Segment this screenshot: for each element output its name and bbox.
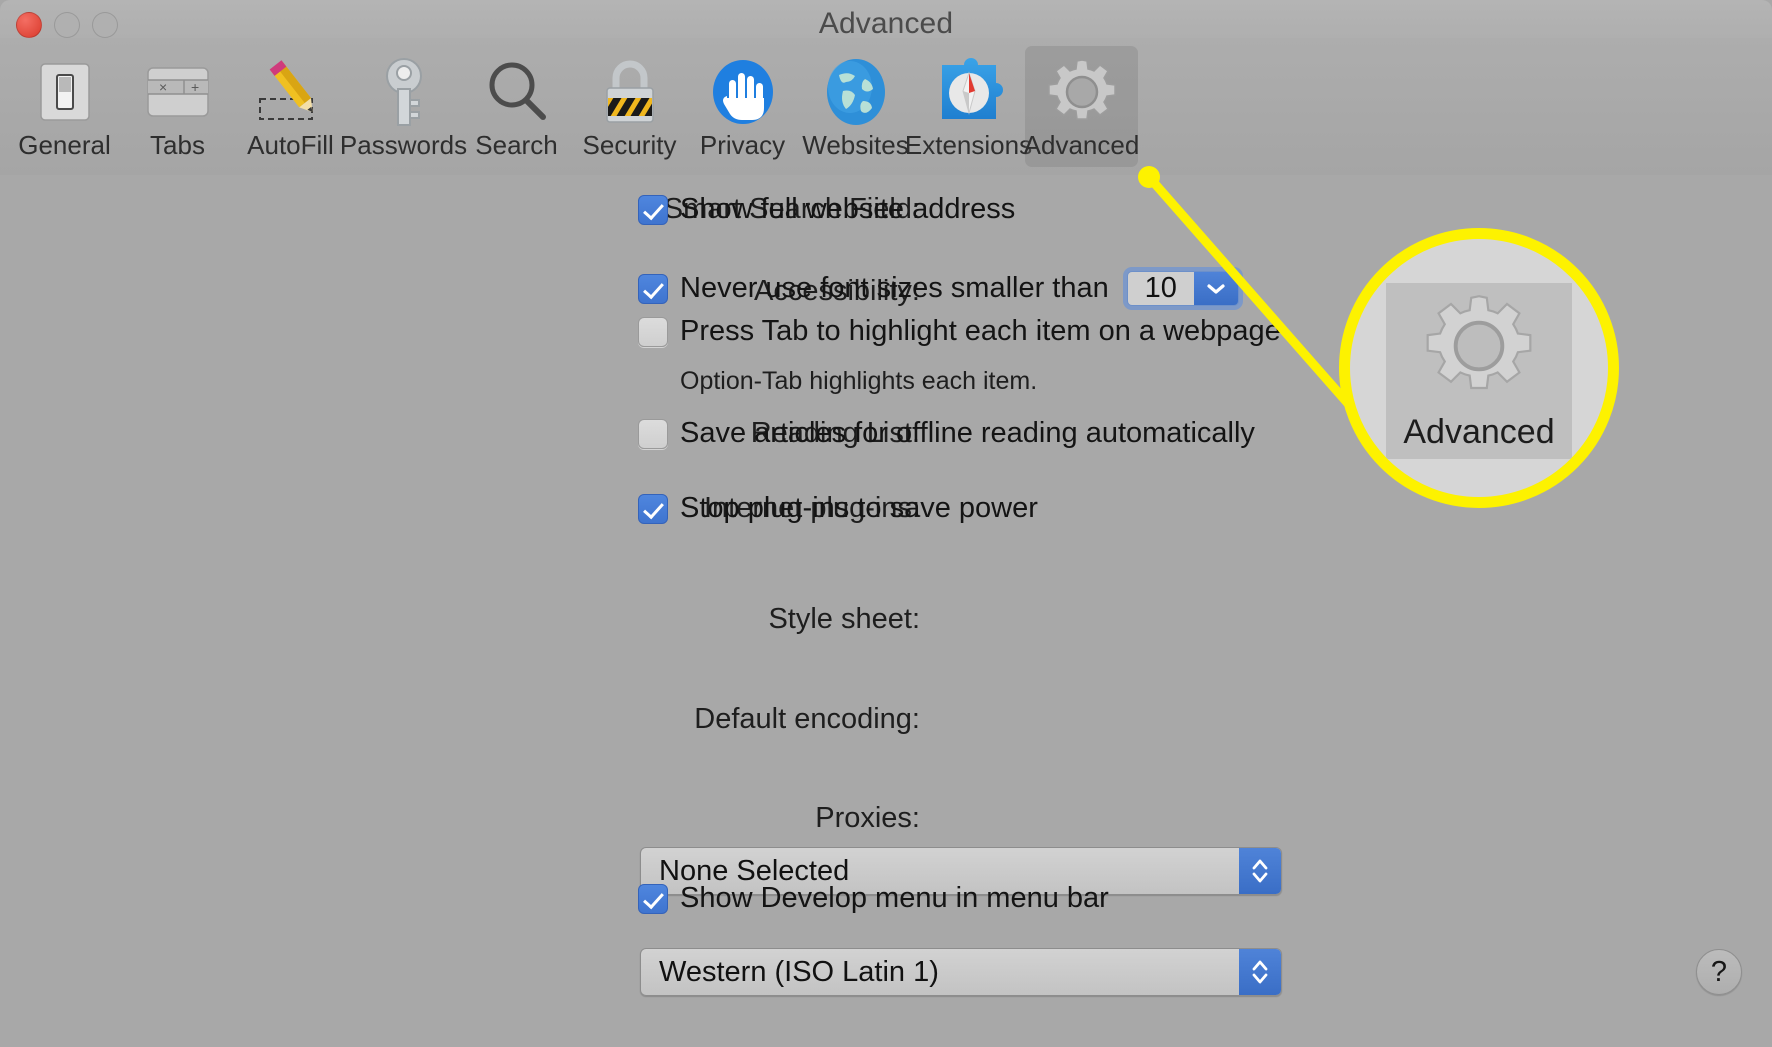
magnifier-icon <box>483 56 551 128</box>
save-articles-offline-label: Save articles for offline reading automa… <box>680 417 1255 449</box>
tab-extensions[interactable]: Extensions <box>905 46 1032 167</box>
chevron-down-icon[interactable] <box>1193 272 1238 305</box>
font-size-combobox[interactable]: 10 <box>1126 271 1239 306</box>
globe-icon <box>823 56 889 128</box>
tab-label: Passwords <box>339 130 468 160</box>
magnified-advanced-label: Advanced <box>1403 413 1555 451</box>
row-default-encoding: Default encoding: <box>0 703 920 736</box>
tab-advanced[interactable]: Advanced <box>1023 46 1140 167</box>
help-button[interactable]: ? <box>1696 949 1742 995</box>
padlock-icon <box>599 56 661 128</box>
reading-list-checkbox-row[interactable]: Save articles for offline reading automa… <box>638 417 1255 450</box>
never-use-font-sizes-checkbox[interactable] <box>638 273 668 304</box>
tab-privacy[interactable]: Privacy <box>686 46 799 167</box>
chevron-up-down-icon[interactable] <box>1239 949 1281 995</box>
press-tab-highlight-label: Press Tab to highlight each item on a we… <box>680 315 1281 347</box>
gear-icon <box>1423 290 1535 407</box>
svg-text:×: × <box>159 79 167 95</box>
tab-label: Privacy <box>699 130 786 160</box>
style-sheet-label: Style sheet: <box>768 603 920 635</box>
toolbar-tab-list: General × + Tabs AutoFill Passwords Sear… <box>8 46 1140 167</box>
show-full-website-address-label: Show full website address <box>680 193 1016 225</box>
save-articles-offline-checkbox[interactable] <box>638 418 668 449</box>
stop-plugins-save-power-label: Stop plug-ins to save power <box>680 492 1038 524</box>
proxies-label: Proxies: <box>815 802 920 834</box>
stop-plugins-save-power-checkbox[interactable] <box>638 493 668 524</box>
tab-label: Extensions <box>904 130 1033 160</box>
window-title: Advanced <box>818 7 954 40</box>
press-tab-highlight-checkbox[interactable] <box>638 316 668 347</box>
default-encoding-popup-button[interactable]: Western (ISO Latin 1) <box>640 948 1282 996</box>
switch-icon <box>35 56 95 128</box>
tab-label: Search <box>475 130 558 160</box>
tab-label: AutoFill <box>247 130 334 160</box>
smart-search-checkbox-row[interactable]: Show full website address <box>638 193 1015 226</box>
font-size-stepper-focus-ring: 10 <box>1122 267 1243 310</box>
tab-general[interactable]: General <box>8 46 121 167</box>
row-proxies: Proxies: <box>0 802 920 835</box>
key-icon <box>376 56 432 128</box>
develop-menu-checkbox-row[interactable]: Show Develop menu in menu bar <box>638 882 1109 915</box>
preferences-toolbar: General × + Tabs AutoFill Passwords Sear… <box>0 38 1772 176</box>
pencil-icon <box>252 56 330 128</box>
default-encoding-label: Default encoding: <box>694 703 920 735</box>
tab-autofill[interactable]: AutoFill <box>234 46 347 167</box>
callout-magnifier: Advanced <box>1339 228 1619 508</box>
tab-label: Tabs <box>150 130 205 160</box>
tab-label: Security <box>582 130 677 160</box>
callout-content: Advanced <box>1350 239 1608 497</box>
font-size-value[interactable]: 10 <box>1127 272 1194 305</box>
option-tab-hint-row: Option-Tab highlights each item. <box>680 367 1037 396</box>
gear-icon <box>1046 56 1118 128</box>
tab-label: Websites <box>802 130 909 160</box>
puzzle-icon <box>934 56 1004 128</box>
default-encoding-value: Western (ISO Latin 1) <box>659 955 939 988</box>
internet-plugins-checkbox-row[interactable]: Stop plug-ins to save power <box>638 492 1038 525</box>
tab-websites[interactable]: Websites <box>799 46 912 167</box>
tab-label: General <box>18 130 111 160</box>
chevron-up-down-icon[interactable] <box>1239 848 1281 894</box>
tab-passwords[interactable]: Passwords <box>340 46 467 167</box>
tab-security[interactable]: Security <box>573 46 686 167</box>
show-develop-menu-checkbox[interactable] <box>638 883 668 914</box>
font-size-checkbox-row[interactable]: Never use font sizes smaller than 10 <box>638 267 1243 310</box>
press-tab-checkbox-row[interactable]: Press Tab to highlight each item on a we… <box>638 315 1281 348</box>
row-style-sheet: Style sheet: <box>0 603 920 636</box>
show-full-website-address-checkbox[interactable] <box>638 194 668 225</box>
tab-label: Advanced <box>1023 130 1140 160</box>
tab-tabs[interactable]: × + Tabs <box>121 46 234 167</box>
safari-preferences-window: Advanced General × + Tabs AutoFill Passw… <box>0 0 1772 1047</box>
option-tab-hint: Option-Tab highlights each item. <box>680 367 1038 395</box>
show-develop-menu-label: Show Develop menu in menu bar <box>680 882 1109 914</box>
tabs-icon: × + <box>143 56 213 128</box>
tab-search[interactable]: Search <box>460 46 573 167</box>
svg-text:+: + <box>191 79 199 95</box>
never-use-font-sizes-label: Never use font sizes smaller than <box>680 272 1109 304</box>
hand-icon <box>710 56 776 128</box>
magnified-advanced-tab: Advanced <box>1386 283 1572 459</box>
